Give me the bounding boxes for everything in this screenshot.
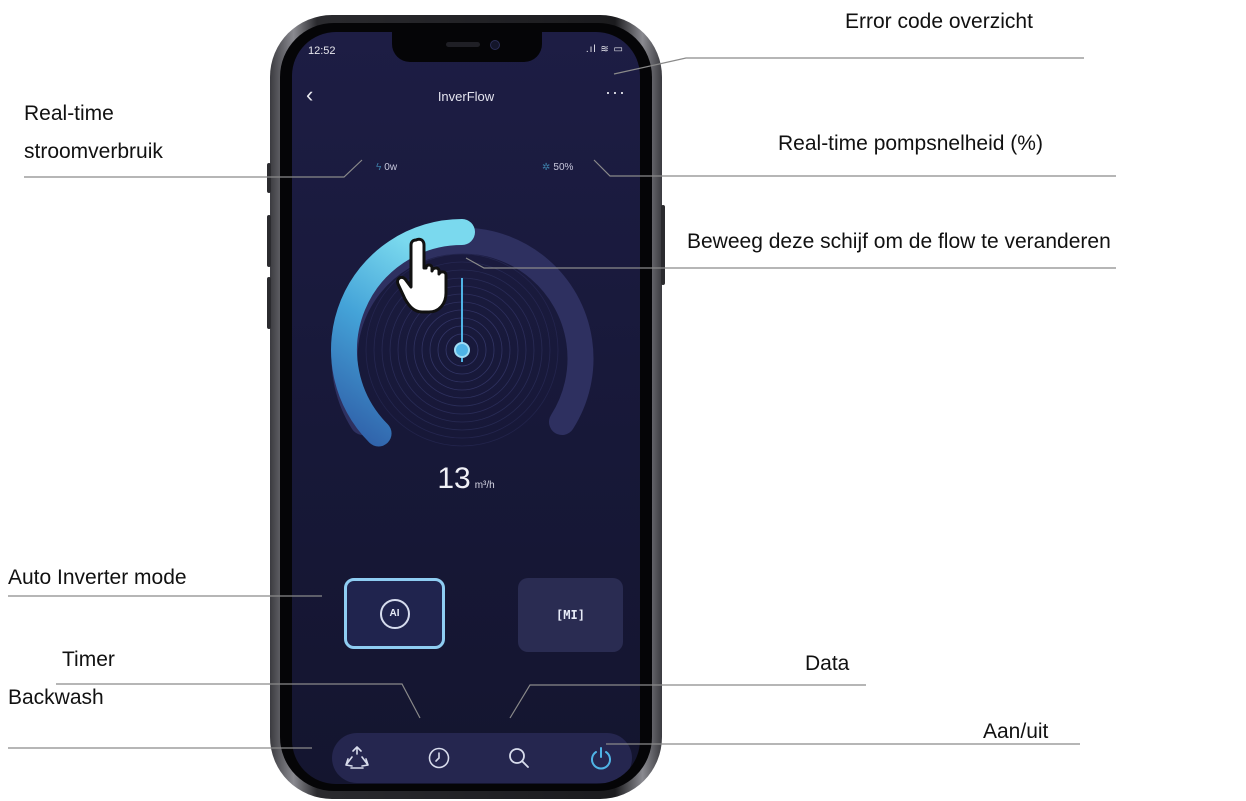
leader-timer xyxy=(56,683,421,719)
leader-error-code xyxy=(613,57,1084,75)
leader-dial xyxy=(465,257,1116,269)
annotation-lines xyxy=(8,57,1116,749)
leader-power-usage xyxy=(24,159,363,178)
leader-pump-speed xyxy=(593,159,1116,177)
leader-data xyxy=(509,684,866,719)
